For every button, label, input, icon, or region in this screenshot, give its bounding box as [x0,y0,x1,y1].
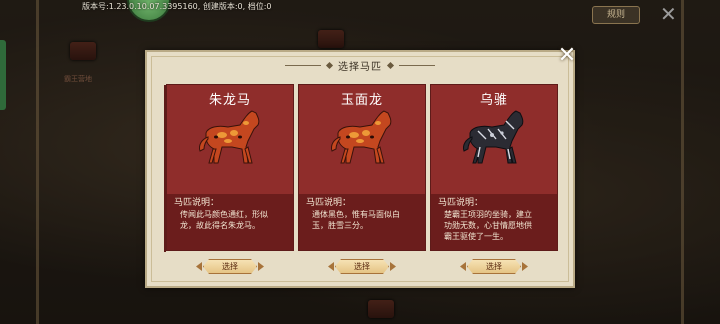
title-diamond-icon [386,61,395,69]
title-diamond-icon [325,61,334,69]
red-horse-icon [331,110,392,164]
rules-button[interactable]: 规则 [592,6,640,24]
background-close-icon: ✕ [660,2,677,26]
description-label: 马匹说明： [438,198,484,208]
horse-image [431,107,557,177]
card-accent-bar [164,85,166,252]
horse-card-zhulongma[interactable]: 朱龙马 马匹说明： 传闻此马颜色通红，形似 龙，故此得名朱龙马。 [164,84,294,252]
title-decoration-line [285,64,321,66]
horse-description: 马匹说明： 通体黑色，惟有马面似白 玉，胜雪三分。 [299,194,425,250]
horse-card-yumianlong[interactable]: 玉面龙 马匹说明： 通体黑色，惟有马面似白 玉，胜雪三分。 [298,84,426,251]
select-yumianlong-button[interactable]: 选择 [335,259,389,274]
black-horse-icon [463,110,524,164]
description-line: 楚霸王项羽的坐骑，建立 [444,210,532,219]
version-info: 版本号:1.23.0.10.07.3395160, 创建版本:0, 档位:0 [82,2,272,11]
horse-name: 乌骓 [479,93,508,108]
horse-image [299,107,425,177]
horse-description: 马匹说明： 传闻此马颜色通红，形似 龙，故此得名朱龙马。 [167,194,293,250]
horse-name: 玉面龙 [340,93,383,108]
description-label: 马匹说明： [174,198,220,208]
button-ornament-left [460,262,466,271]
description-label: 马匹说明： [306,198,352,208]
select-wuzhui-button[interactable]: 选择 [467,259,521,274]
button-ornament-right [258,262,264,271]
dialog-header: 选择马匹 [147,57,573,73]
description-line: 传闻此马颜色通红，形似 [180,210,268,219]
button-ornament-right [522,262,528,271]
side-tab[interactable] [0,40,6,110]
description-line: 功勋无数，心甘情愿地供 [444,221,532,230]
red-horse-icon [199,110,260,164]
dialog-title: 选择马匹 [338,61,382,73]
title-decoration-line [399,64,435,66]
select-zhulongma-button[interactable]: 选择 [203,259,257,274]
button-ornament-left [196,262,202,271]
select-horse-dialog: 选择马匹 朱龙马 马匹说明： 传闻此马颜色通红，形似 龙，故此得名朱龙马。 玉面… [145,50,575,288]
button-ornament-right [390,262,396,271]
horse-name: 朱龙马 [208,93,251,108]
horse-description: 马匹说明： 楚霸王项羽的坐骑，建立 功勋无数，心甘情愿地供 霸王驱使了一生。 [431,194,557,250]
description-line: 霸王驱使了一生。 [444,232,508,241]
button-ornament-left [328,262,334,271]
description-line: 通体黑色，惟有马面似白 [312,210,400,219]
close-icon[interactable]: ✕ [554,44,580,68]
horse-card-wuzhui[interactable]: 乌骓 马匹说明： 楚霸王项羽的坐骑，建立 功勋无数，心甘情愿地供 霸王驱使了一生… [430,84,558,251]
description-line: 玉，胜雪三分。 [312,221,368,230]
description-line: 龙，故此得名朱龙马。 [180,221,260,230]
horse-image [167,107,293,177]
